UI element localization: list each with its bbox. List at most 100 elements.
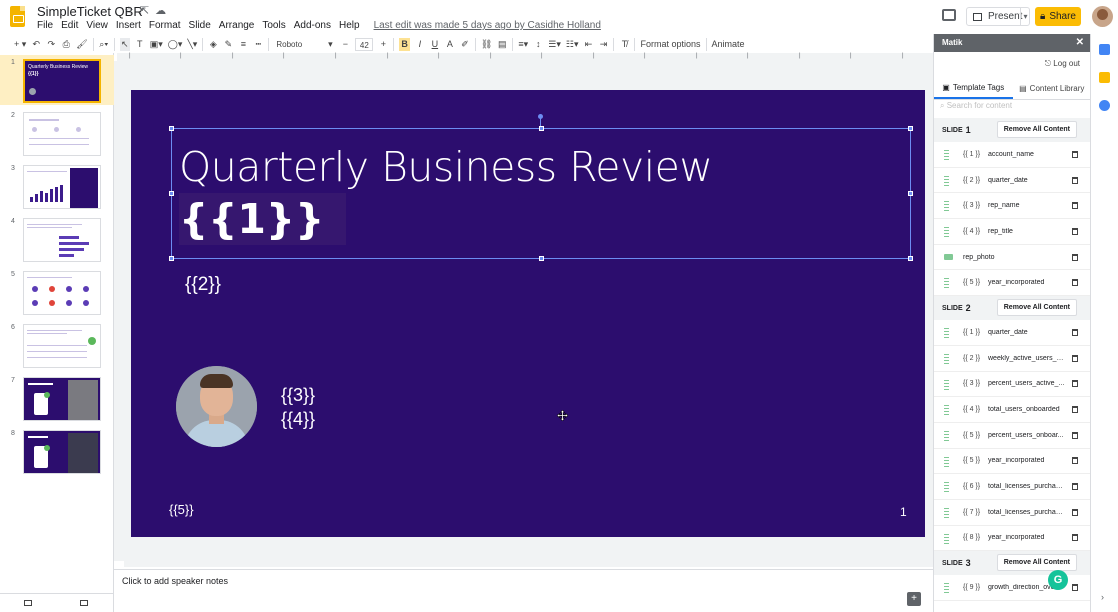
format-options-button[interactable]: Format options: [640, 38, 700, 51]
drag-handle-icon[interactable]: [944, 328, 949, 339]
resize-handle[interactable]: [908, 256, 913, 261]
filmstrip-slide[interactable]: 8: [0, 426, 114, 476]
menu-tools[interactable]: Tools: [262, 20, 285, 31]
trash-icon[interactable]: [1072, 253, 1078, 261]
shape-icon[interactable]: ◯▾: [168, 38, 183, 51]
bulleted-list-icon[interactable]: ☷▾: [566, 38, 579, 51]
grid-view-icon[interactable]: [80, 600, 88, 606]
drag-handle-icon[interactable]: [944, 405, 949, 416]
filmstrip-slide[interactable]: 5: [0, 267, 114, 317]
close-icon[interactable]: ✕: [1076, 34, 1084, 52]
remove-all-content-button[interactable]: Remove All Content: [996, 554, 1077, 572]
trash-icon[interactable]: [1072, 354, 1078, 362]
animate-button[interactable]: Animate: [712, 38, 745, 51]
image-icon[interactable]: ▣▾: [150, 38, 163, 51]
filmstrip-slide[interactable]: 7: [0, 373, 114, 423]
comment-add-icon[interactable]: ▤: [497, 38, 507, 51]
redo-icon[interactable]: ↷: [46, 38, 56, 51]
drag-handle-icon[interactable]: [944, 533, 949, 544]
share-button[interactable]: 🔒︎ Share: [1035, 7, 1081, 26]
present-dropdown-chevron-icon[interactable]: ▾: [1020, 7, 1030, 26]
increase-indent-icon[interactable]: ⇥: [598, 38, 608, 51]
star-icon[interactable]: ☆: [124, 4, 134, 17]
resize-handle[interactable]: [539, 256, 544, 261]
user-avatar[interactable]: [1092, 6, 1113, 27]
menu-addons[interactable]: Add-ons: [294, 20, 331, 31]
tag-row[interactable]: {{ 2 }} quarter_date: [934, 168, 1091, 194]
filmstrip-slide[interactable]: 2: [0, 108, 114, 158]
print-icon[interactable]: ⎙: [61, 38, 71, 51]
rep-photo[interactable]: [176, 366, 257, 447]
slide[interactable]: Quarterly Business Review {{1}} {{2}} {{…: [131, 90, 925, 537]
resize-handle[interactable]: [169, 256, 174, 261]
logout-link[interactable]: ⎋ Log out: [1045, 59, 1080, 69]
trash-icon[interactable]: [1072, 508, 1078, 516]
font-size-input[interactable]: 42: [355, 38, 374, 51]
menu-view[interactable]: View: [86, 20, 108, 31]
speaker-notes-placeholder[interactable]: Click to add speaker notes: [122, 576, 228, 586]
trash-icon[interactable]: [1072, 328, 1078, 336]
speaker-notes[interactable]: Click to add speaker notes +: [114, 569, 933, 612]
menu-format[interactable]: Format: [149, 20, 181, 31]
tag-row[interactable]: {{ 5 }} year_incorporated: [934, 449, 1091, 475]
rotation-handle[interactable]: [538, 114, 543, 119]
drag-handle-icon[interactable]: [944, 379, 949, 390]
trash-icon[interactable]: [1072, 534, 1078, 542]
list-view-icon[interactable]: [24, 600, 32, 606]
explore-icon[interactable]: +: [907, 592, 921, 606]
highlight-color-icon[interactable]: ✐: [460, 38, 470, 51]
drag-handle-icon[interactable]: [944, 430, 949, 441]
tab-template-tags[interactable]: ▣ Template Tags: [934, 78, 1013, 99]
italic-icon[interactable]: I: [415, 38, 425, 51]
tab-content-library[interactable]: ▤ Content Library: [1013, 78, 1092, 99]
numbered-list-icon[interactable]: ☰▾: [548, 38, 561, 51]
drag-handle-icon[interactable]: [944, 175, 949, 186]
decrease-font-size-icon[interactable]: −: [340, 38, 350, 51]
trash-icon[interactable]: [1072, 406, 1078, 414]
tag-row[interactable]: {{ 3 }} rep_name: [934, 193, 1091, 220]
resize-handle[interactable]: [908, 191, 913, 196]
expand-panel-chevron-icon[interactable]: ›: [1101, 592, 1104, 602]
slide-thumbnail[interactable]: [23, 430, 101, 474]
border-weight-icon[interactable]: ≡: [238, 38, 248, 51]
trash-icon[interactable]: [1072, 431, 1078, 439]
trash-icon[interactable]: [1072, 227, 1078, 235]
filmstrip-slide[interactable]: 3: [0, 161, 114, 211]
tag-row[interactable]: rep_photo: [934, 245, 1091, 271]
slide-thumbnail[interactable]: [23, 324, 101, 368]
undo-icon[interactable]: ↶: [31, 38, 41, 51]
border-color-icon[interactable]: ✎: [223, 38, 233, 51]
font-dropdown-chevron-icon[interactable]: ▾: [325, 38, 335, 51]
filmstrip-slide[interactable]: 4: [0, 214, 114, 264]
trash-icon[interactable]: [1072, 457, 1078, 465]
clear-formatting-icon[interactable]: T̸: [619, 38, 629, 51]
drag-handle-icon[interactable]: [944, 150, 949, 160]
remove-all-content-button[interactable]: Remove All Content: [996, 299, 1077, 317]
slides-logo-icon[interactable]: [10, 6, 25, 27]
tag-row[interactable]: {{ 5 }} percent_users_onboar...: [934, 423, 1091, 449]
menu-help[interactable]: Help: [339, 20, 360, 31]
tasks-icon[interactable]: [1099, 100, 1110, 111]
trash-icon[interactable]: [1072, 202, 1078, 210]
line-icon[interactable]: ╲▾: [187, 38, 197, 51]
tag-row[interactable]: {{ 1 }} quarter_date: [934, 320, 1091, 346]
drag-handle-icon[interactable]: [944, 482, 949, 493]
bold-icon[interactable]: B: [399, 38, 410, 51]
drag-handle-icon[interactable]: [944, 227, 949, 238]
fill-color-icon[interactable]: ◈: [208, 38, 218, 51]
resize-handle[interactable]: [539, 126, 544, 131]
selection-box[interactable]: [171, 128, 911, 259]
move-folder-icon[interactable]: ⇱: [140, 4, 149, 17]
drag-handle-icon[interactable]: [944, 353, 949, 364]
tag-row[interactable]: {{ 1 }} account_name: [934, 142, 1091, 168]
resize-handle[interactable]: [169, 191, 174, 196]
decrease-indent-icon[interactable]: ⇤: [583, 38, 593, 51]
slide-thumbnail[interactable]: [23, 218, 101, 262]
keep-icon[interactable]: [1099, 72, 1110, 83]
tag-row[interactable]: {{ 8 }} year_incorporated: [934, 526, 1091, 552]
tag-row[interactable]: {{ 4 }} total_users_onboarded: [934, 397, 1091, 423]
select-cursor-icon[interactable]: ↖: [119, 38, 130, 51]
tag-row[interactable]: {{ 5 }} year_incorporated: [934, 270, 1091, 297]
filmstrip-slide[interactable]: 1 Quarterly Business Review {{1}}: [0, 55, 114, 105]
drag-handle-icon[interactable]: [944, 583, 949, 594]
